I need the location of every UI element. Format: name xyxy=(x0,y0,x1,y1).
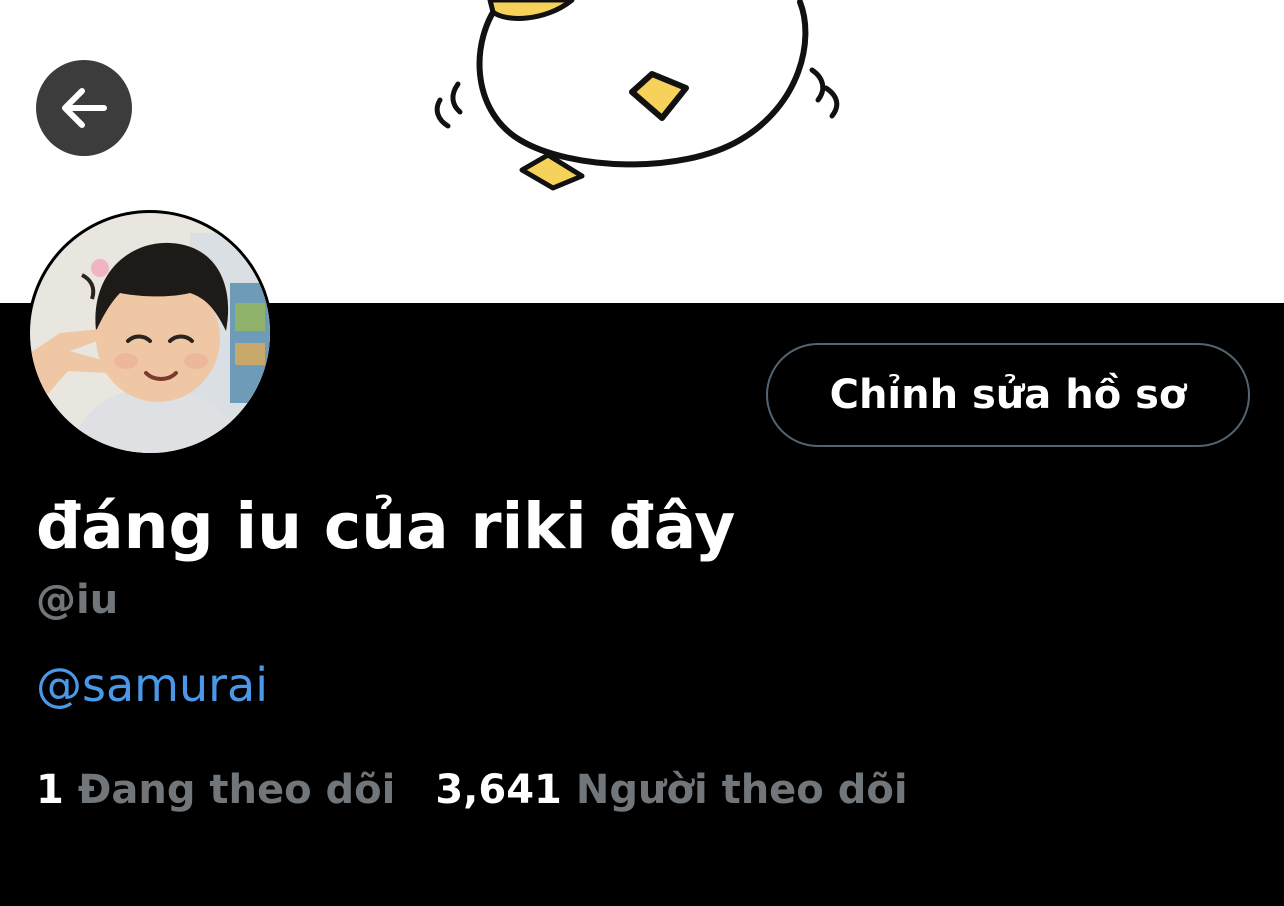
following-stat[interactable]: 1 Đang theo dõi xyxy=(36,764,395,816)
back-button[interactable] xyxy=(36,60,132,156)
avatar-photo xyxy=(30,213,270,453)
following-count: 1 xyxy=(36,767,64,813)
profile-page: Chỉnh sửa hồ sơ đáng iu của riki đây @iu… xyxy=(0,0,1284,906)
arrow-left-icon xyxy=(62,88,107,128)
follow-stats: 1 Đang theo dõi 3,641 Người theo dõi xyxy=(36,764,908,816)
edit-profile-button[interactable]: Chỉnh sửa hồ sơ xyxy=(766,343,1250,447)
bio-mention-link[interactable]: @samurai xyxy=(36,656,268,714)
edit-profile-label: Chỉnh sửa hồ sơ xyxy=(829,372,1187,418)
avatar[interactable] xyxy=(27,210,273,456)
following-label: Đang theo dõi xyxy=(77,767,396,813)
user-handle: @iu xyxy=(36,577,119,623)
followers-stat[interactable]: 3,641 Người theo dõi xyxy=(435,764,907,816)
followers-label: Người theo dõi xyxy=(575,767,908,813)
followers-count: 3,641 xyxy=(435,767,562,813)
display-name: đáng iu của riki đây xyxy=(36,490,736,563)
